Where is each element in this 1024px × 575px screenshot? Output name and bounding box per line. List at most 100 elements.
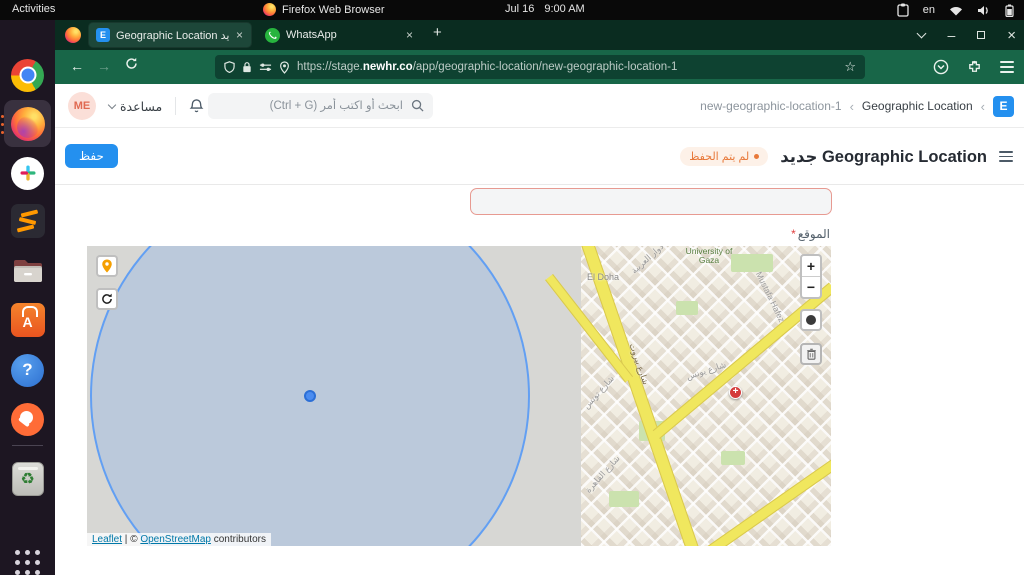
map-label-street: Mustafa Hafez (754, 270, 788, 324)
trash-bin-icon (806, 348, 816, 360)
dock-chrome[interactable] (9, 56, 47, 94)
global-search[interactable] (208, 93, 433, 119)
dock-help[interactable]: ? (9, 351, 47, 389)
new-tab-button[interactable]: + (433, 24, 442, 41)
activities-button[interactable]: Activities (12, 3, 55, 15)
extensions-puzzle-icon[interactable] (967, 60, 982, 75)
lock-icon[interactable] (242, 61, 252, 73)
dock-ubuntu-software[interactable]: A (9, 301, 47, 339)
dock-app-grid[interactable] (9, 544, 47, 575)
bookmark-star-icon[interactable]: ☆ (844, 59, 856, 75)
system-tray[interactable]: en (897, 0, 1014, 20)
location-field-label: الموقع* (791, 227, 830, 241)
wifi-icon (950, 6, 962, 15)
tab-close-icon[interactable]: × (405, 28, 414, 42)
map-label-street: شارع القاهرة (583, 453, 622, 495)
refresh-button[interactable] (96, 288, 118, 310)
required-asterisk: * (791, 227, 796, 241)
map-label-university: University of Gaza (685, 246, 733, 266)
app-logo[interactable]: E (993, 95, 1014, 117)
title-right-group: لم يتم الحفظ Geographic Location جديد (680, 128, 1013, 185)
tab-geographic-location[interactable]: E Geographic Location جديد × (89, 23, 251, 47)
zoom-in-button[interactable]: + (802, 256, 820, 277)
help-label: مساعدة (120, 99, 163, 114)
app-header: ME مساعدة new-geographic-location-1 ‹ Ge… (55, 84, 1024, 128)
gnome-top-bar: Activities Firefox Web Browser Jul 16 9:… (0, 0, 1024, 20)
erpnext-app: ME مساعدة new-geographic-location-1 ‹ Ge… (55, 84, 1024, 575)
zoom-out-button[interactable]: − (802, 277, 820, 297)
park-area (609, 491, 639, 507)
user-avatar[interactable]: ME (68, 92, 96, 120)
restore-button[interactable] (977, 31, 986, 39)
sidebar-toggle-icon[interactable] (999, 150, 1013, 163)
app-header-left: ME مساعدة (68, 84, 204, 128)
close-button[interactable]: × (1007, 27, 1016, 44)
shield-icon[interactable] (224, 61, 235, 73)
clock-time: 9:00 AM (544, 3, 585, 15)
erpnext-favicon: E (96, 28, 110, 42)
breadcrumb-item-doctype[interactable]: Geographic Location (862, 99, 973, 113)
map-label-district: El Doha (587, 272, 620, 282)
dock-sublime-text[interactable] (9, 202, 47, 240)
status-badge: لم يتم الحفظ (680, 147, 769, 166)
tab-whatsapp[interactable]: WhatsApp × (258, 23, 421, 47)
slack-icon (11, 156, 44, 190)
leaflet-map[interactable]: University of Gaza El Doha Mustafa Hafez… (87, 246, 831, 546)
form-content: الموقع* University of Gaza El Doha Musta… (55, 185, 1024, 575)
trash-icon: ♻ (11, 462, 44, 496)
location-name-input[interactable] (470, 188, 832, 215)
back-button[interactable]: ← (70, 58, 84, 74)
status-badge-text: لم يتم الحفظ (689, 151, 750, 163)
forward-button[interactable]: → (97, 58, 111, 74)
leaflet-link[interactable]: Leaflet (92, 534, 122, 545)
bell-icon[interactable] (189, 98, 204, 114)
park-area (721, 451, 745, 465)
chevron-down-icon (107, 100, 117, 110)
whatsapp-favicon (265, 27, 280, 43)
list-all-tabs-icon[interactable] (916, 28, 927, 39)
draw-circle-button[interactable] (800, 309, 822, 331)
focused-window-title[interactable]: Firefox Web Browser (263, 3, 385, 16)
minimize-button[interactable]: – (947, 27, 955, 43)
clipboard-icon[interactable] (897, 3, 909, 17)
dock-files[interactable] (9, 252, 47, 290)
help-dropdown[interactable]: مساعدة (107, 99, 163, 114)
geolocation-pin-icon[interactable] (279, 60, 290, 74)
divider (175, 97, 177, 115)
tab-title: WhatsApp (286, 29, 337, 41)
files-icon (13, 260, 42, 282)
reload-icon[interactable] (125, 57, 138, 73)
firefox-icon (10, 107, 45, 141)
url-bar[interactable]: https://stage.newhr.co/app/geographic-lo… (215, 55, 865, 79)
map-label-roundabout: دوار العربية (629, 246, 666, 276)
locate-pin-button[interactable] (96, 255, 118, 277)
dock-slack[interactable] (9, 154, 47, 192)
dock-postman[interactable] (9, 400, 47, 438)
pin-icon (102, 259, 112, 273)
dock-divider (12, 445, 43, 446)
clock[interactable]: Jul 16 9:00 AM (505, 3, 585, 15)
firefox-window: E Geographic Location جديد × WhatsApp × … (55, 20, 1024, 575)
circle-center-marker[interactable] (304, 390, 316, 402)
osm-tiles: University of Gaza El Doha Mustafa Hafez… (545, 246, 831, 546)
keyboard-layout-indicator[interactable]: en (923, 4, 935, 16)
app-grid-icon (14, 550, 41, 575)
chrome-icon (11, 58, 44, 92)
ubuntu-dock: A ? ♻ (0, 20, 55, 575)
dock-trash[interactable]: ♻ (9, 460, 47, 498)
tab-close-icon[interactable]: × (235, 28, 244, 42)
map-label-street: شارع تونس (581, 373, 617, 411)
permissions-icon[interactable] (259, 62, 272, 72)
search-input[interactable] (208, 93, 433, 119)
url-text[interactable]: https://stage.newhr.co/app/geographic-lo… (297, 61, 837, 73)
menu-icon[interactable] (1000, 61, 1014, 73)
clock-date: Jul 16 (505, 3, 535, 15)
pocket-icon[interactable] (933, 59, 949, 75)
dock-firefox[interactable] (9, 105, 47, 143)
delete-layer-button[interactable] (800, 343, 822, 365)
toolbar-extensions (933, 50, 1014, 84)
park-area (676, 301, 698, 315)
osm-link[interactable]: OpenStreetMap (140, 534, 211, 545)
save-button[interactable]: حفظ (65, 144, 118, 168)
breadcrumb-item-current[interactable]: new-geographic-location-1 (700, 99, 841, 113)
